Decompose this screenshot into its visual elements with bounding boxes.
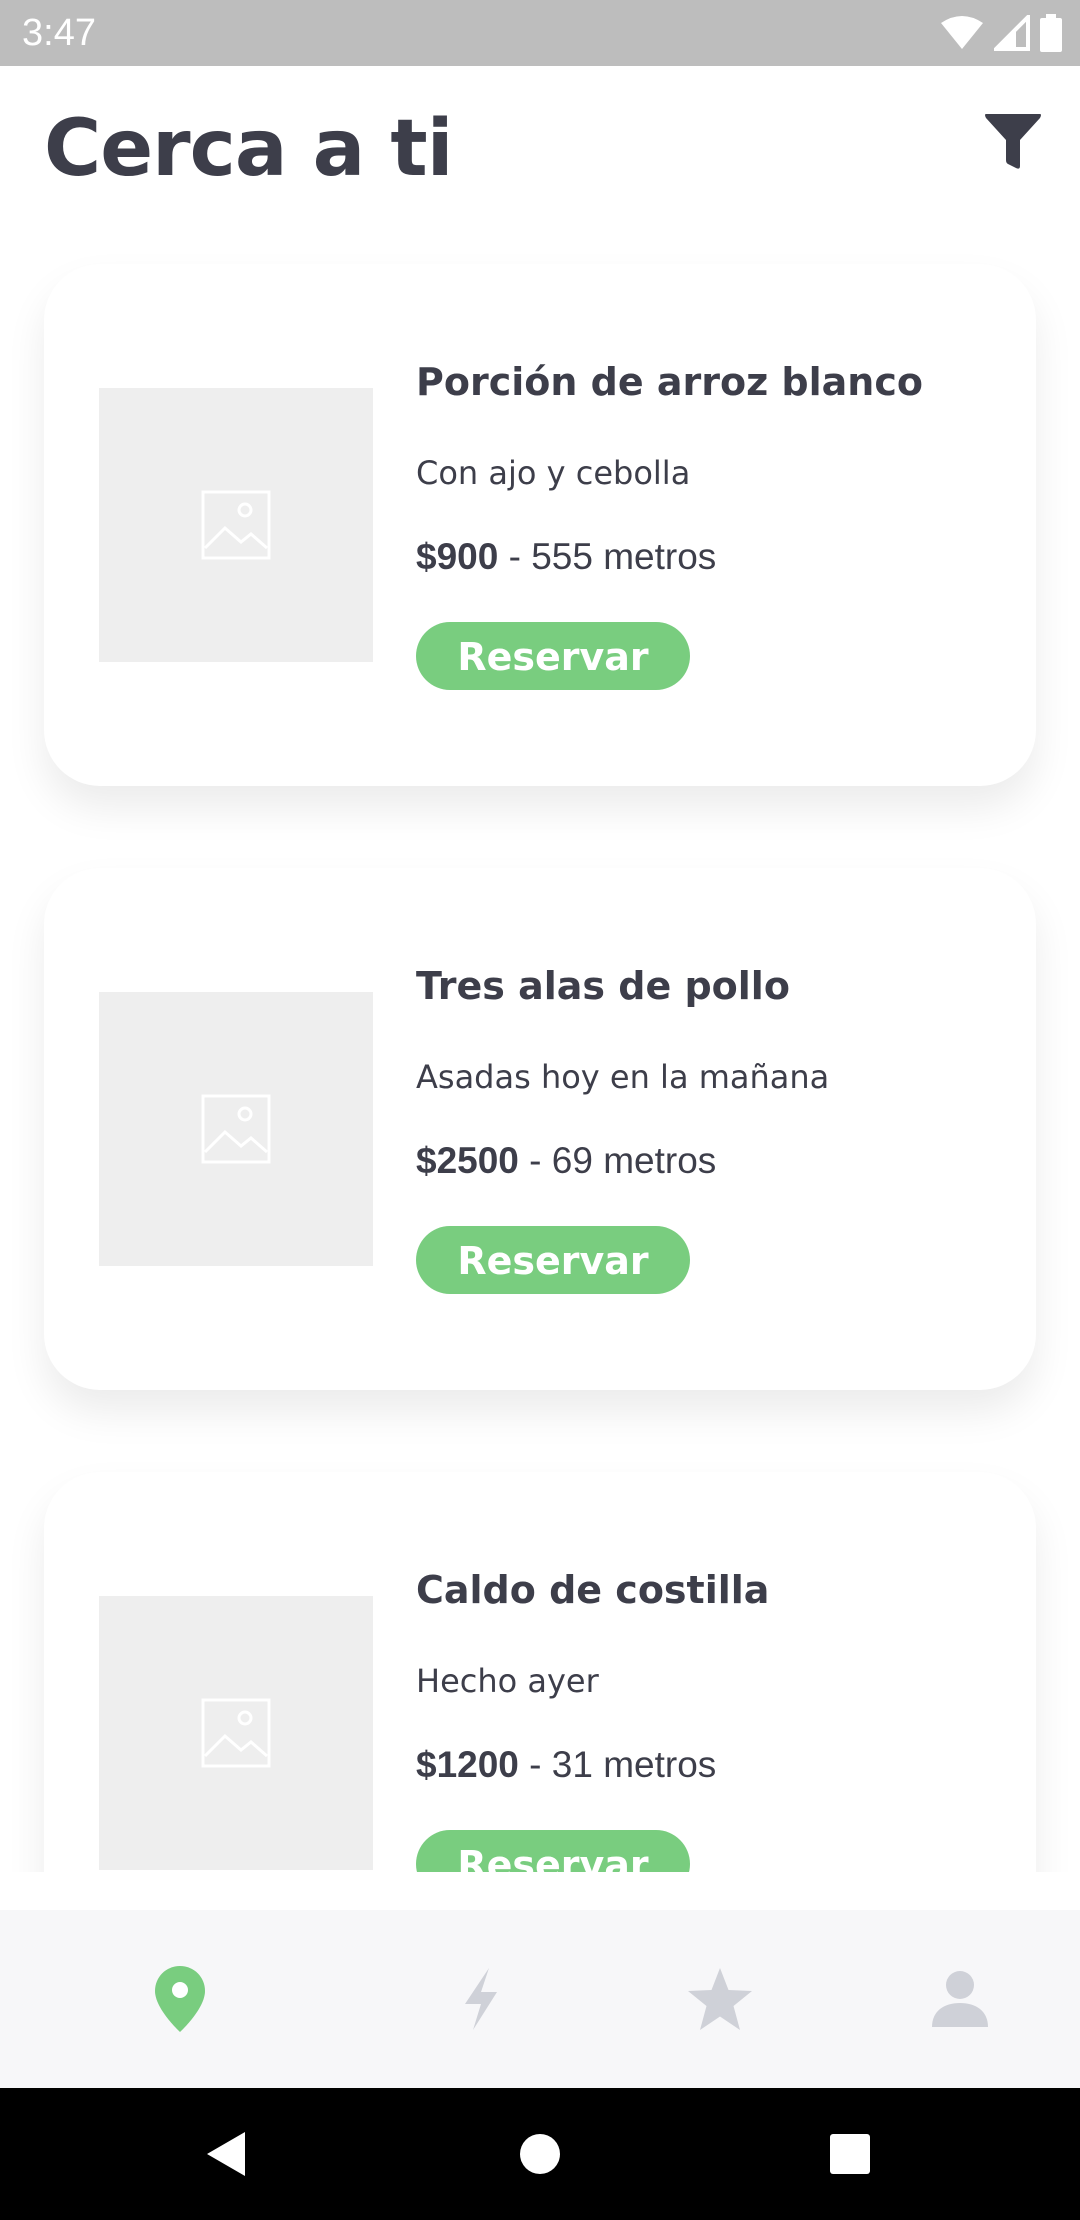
product-name: Caldo de costilla bbox=[416, 1568, 770, 1612]
image-placeholder-icon bbox=[201, 1698, 271, 1768]
filter-button[interactable] bbox=[982, 110, 1044, 172]
nav-item-profile[interactable] bbox=[825, 1910, 1080, 2088]
image-placeholder-icon bbox=[201, 1094, 271, 1164]
system-recents-button[interactable] bbox=[822, 2126, 878, 2182]
lightning-icon bbox=[465, 1968, 497, 2030]
status-bar: 3:47 bbox=[0, 0, 1080, 66]
product-price-distance: $2500 - 69 metros bbox=[416, 1140, 716, 1182]
product-description: Hecho ayer bbox=[416, 1662, 599, 1700]
back-icon bbox=[207, 2132, 245, 2176]
reserve-button[interactable]: Reservar bbox=[416, 622, 690, 690]
system-home-button[interactable] bbox=[512, 2126, 568, 2182]
page-title: Cerca a ti bbox=[44, 104, 453, 194]
product-description: Con ajo y cebolla bbox=[416, 454, 691, 492]
image-placeholder-icon bbox=[201, 490, 271, 560]
product-image-placeholder bbox=[99, 992, 373, 1266]
product-image-placeholder bbox=[99, 1596, 373, 1870]
product-price-distance: $900 - 555 metros bbox=[416, 536, 716, 578]
product-distance: - 555 metros bbox=[498, 536, 717, 577]
battery-icon bbox=[1040, 14, 1062, 52]
recents-icon bbox=[830, 2134, 870, 2174]
product-list[interactable]: Porción de arroz blanco Con ajo y ceboll… bbox=[0, 236, 1080, 1910]
reserve-button[interactable]: Reservar bbox=[416, 1226, 690, 1294]
product-distance: - 69 metros bbox=[518, 1140, 717, 1181]
product-price: $2500 bbox=[416, 1140, 519, 1181]
status-time: 3:47 bbox=[22, 12, 96, 54]
product-price-distance: $1200 - 31 metros bbox=[416, 1744, 716, 1786]
product-price: $1200 bbox=[416, 1744, 519, 1785]
product-price: $900 bbox=[416, 536, 499, 577]
star-icon bbox=[688, 1968, 752, 2030]
list-bottom-padding bbox=[0, 1872, 1080, 1910]
person-icon bbox=[932, 1971, 988, 2027]
home-icon bbox=[520, 2134, 560, 2174]
product-description: Asadas hoy en la mañana bbox=[416, 1058, 830, 1096]
product-name: Tres alas de pollo bbox=[416, 964, 790, 1008]
status-icons bbox=[940, 14, 1062, 52]
system-navigation-bar bbox=[0, 2088, 1080, 2220]
header: Cerca a ti bbox=[0, 66, 1080, 236]
location-pin-icon bbox=[155, 1966, 205, 2032]
nav-item-flash[interactable] bbox=[346, 1910, 616, 2088]
nav-item-favorites[interactable] bbox=[585, 1910, 855, 2088]
product-name: Porción de arroz blanco bbox=[416, 360, 923, 404]
signal-icon bbox=[994, 15, 1030, 51]
bottom-navigation bbox=[0, 1910, 1080, 2088]
wifi-icon bbox=[941, 16, 983, 49]
nav-item-nearby[interactable] bbox=[45, 1910, 315, 2088]
product-image-placeholder bbox=[99, 388, 373, 662]
filter-icon bbox=[985, 114, 1041, 169]
system-back-button[interactable] bbox=[198, 2126, 254, 2182]
product-distance: - 31 metros bbox=[518, 1744, 717, 1785]
